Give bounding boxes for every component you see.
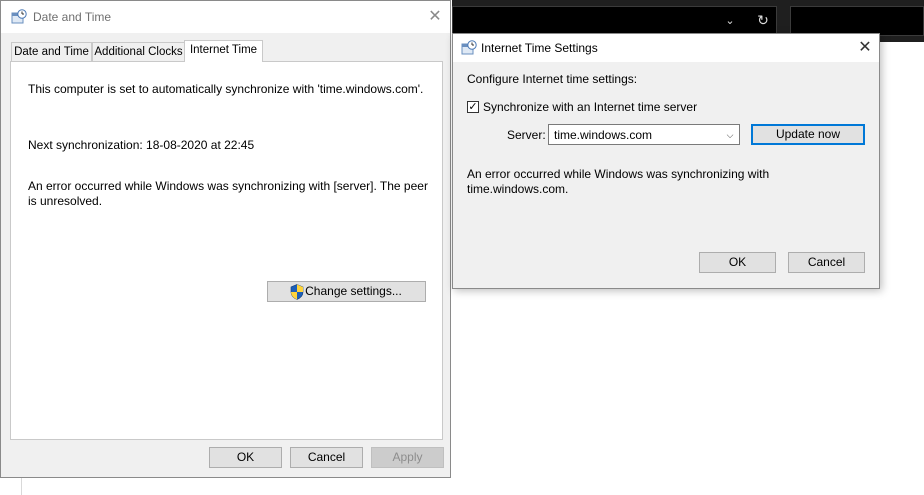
tab-label: Internet Time bbox=[189, 44, 258, 56]
change-settings-label: Change settings... bbox=[305, 284, 402, 298]
dialog-cancel-button[interactable]: Cancel bbox=[788, 252, 865, 273]
sync-checkbox-label: Synchronize with an Internet time server bbox=[483, 100, 698, 114]
date-time-clock-icon bbox=[461, 40, 477, 56]
dialog-ok-button[interactable]: OK bbox=[699, 252, 776, 273]
uac-shield-icon bbox=[290, 284, 304, 300]
error-message-line2: is unresolved. bbox=[28, 194, 103, 208]
window-title: Date and Time bbox=[33, 10, 112, 24]
refresh-icon[interactable]: ↻ bbox=[755, 12, 771, 28]
server-combobox[interactable]: time.windows.com ⌵ bbox=[548, 124, 740, 145]
close-icon[interactable]: ✕ bbox=[855, 38, 875, 58]
tab-date-and-time[interactable]: Date and Time bbox=[11, 42, 92, 61]
change-settings-button[interactable]: Change settings... bbox=[267, 281, 426, 302]
tab-internet-time[interactable]: Internet Time bbox=[184, 40, 263, 62]
server-label: Server: bbox=[507, 128, 546, 142]
next-sync-text: Next synchronization: 18-08-2020 at 22:4… bbox=[28, 138, 255, 152]
date-time-titlebar[interactable]: Date and Time ✕ bbox=[1, 1, 450, 33]
dialog-error-line1: An error occurred while Windows was sync… bbox=[467, 167, 770, 181]
dialog-titlebar[interactable]: Internet Time Settings ✕ bbox=[453, 34, 879, 62]
dialog-error-line2: time.windows.com. bbox=[467, 182, 569, 196]
chevron-down-icon[interactable]: ⌵ bbox=[724, 127, 736, 143]
ok-button[interactable]: OK bbox=[209, 447, 282, 468]
update-now-button[interactable]: Update now bbox=[751, 124, 865, 145]
chevron-down-icon[interactable]: ⌄ bbox=[722, 13, 738, 29]
apply-button[interactable]: Apply bbox=[371, 447, 444, 468]
dialog-title: Internet Time Settings bbox=[481, 41, 598, 55]
sync-checkbox-row[interactable]: ✓ Synchronize with an Internet time serv… bbox=[467, 100, 727, 115]
tab-label: Date and Time bbox=[14, 46, 89, 58]
close-icon[interactable]: ✕ bbox=[424, 6, 446, 28]
date-time-window: Date and Time ✕ Date and Time Additional… bbox=[0, 0, 451, 478]
date-time-clock-icon bbox=[11, 9, 27, 25]
tab-additional-clocks[interactable]: Additional Clocks bbox=[92, 42, 185, 61]
internet-time-settings-dialog: Internet Time Settings ✕ Configure Inter… bbox=[452, 33, 880, 289]
server-value: time.windows.com bbox=[554, 128, 653, 142]
error-message-line1: An error occurred while Windows was sync… bbox=[28, 179, 428, 193]
tab-label: Additional Clocks bbox=[94, 46, 183, 58]
sync-status-text: This computer is set to automatically sy… bbox=[28, 82, 424, 96]
internet-time-panel: This computer is set to automatically sy… bbox=[10, 61, 443, 440]
sync-checkbox[interactable]: ✓ bbox=[467, 101, 479, 113]
configure-label: Configure Internet time settings: bbox=[467, 72, 638, 86]
background-search-box[interactable] bbox=[790, 6, 924, 36]
cancel-button[interactable]: Cancel bbox=[290, 447, 363, 468]
